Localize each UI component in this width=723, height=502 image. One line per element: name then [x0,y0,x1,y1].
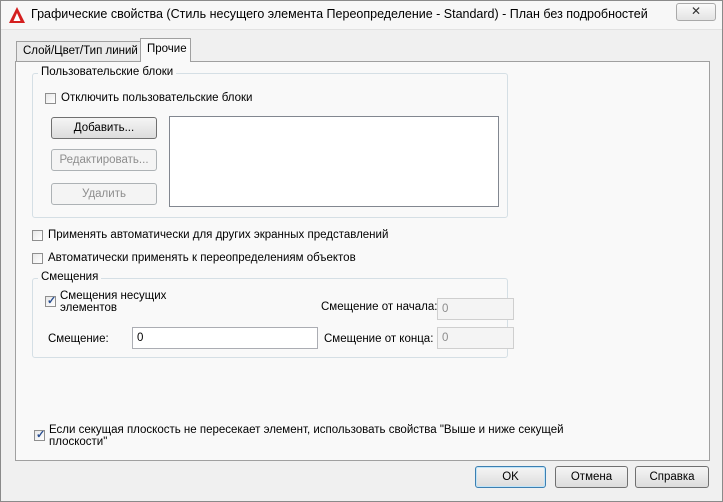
checkbox-label: Применять автоматически для других экран… [48,229,389,241]
check-icon: ✓ [47,295,57,307]
tab-other[interactable]: Прочие [140,38,191,62]
checkbox-box[interactable] [32,253,43,264]
title-bar: Графические свойства (Стиль несущего эле… [1,1,722,30]
tab-label: Прочие [147,43,187,55]
checkbox-box[interactable]: ✓ [34,429,46,441]
checkbox-label-line1: Смещения несущих [60,290,167,302]
checkbox-label: Отключить пользовательские блоки [61,92,253,104]
tab-layer-color-linetype[interactable]: Слой/Цвет/Тип линий [16,41,141,61]
close-button[interactable]: ✕ [676,3,716,21]
checkbox-label-line2: элементов [60,302,118,314]
end-offset-label: Смещение от конца: [324,333,434,345]
checkbox-label-line2: плоскости" [49,436,108,448]
checkbox-label: Автоматически применять к переопределени… [48,252,356,264]
start-offset-label: Смещение от начала: [321,301,438,313]
checkbox-label-line1: Если секущая плоскость не пересекает эле… [49,424,564,436]
delete-button[interactable]: Удалить [51,183,157,205]
group-label: Пользовательские блоки [38,66,177,78]
custom-blocks-group: Пользовательские блоки Отключить пользов… [32,66,508,218]
offset-field[interactable]: 0 [132,327,318,349]
checkbox-box[interactable]: ✓ [45,295,57,307]
offset-label: Смещение: [48,333,109,345]
cancel-button[interactable]: Отмена [555,466,628,488]
edit-button[interactable]: Редактировать... [51,149,157,171]
checkbox-box[interactable] [45,93,56,104]
start-offset-field[interactable]: 0 [437,298,514,320]
offsets-group: Смещения ✓ Смещения несущих элементов См… [32,271,514,358]
check-icon: ✓ [36,429,46,441]
end-offset-field[interactable]: 0 [437,327,514,349]
tab-label: Слой/Цвет/Тип линий [23,45,138,57]
dialog-window: Графические свойства (Стиль несущего эле… [0,0,723,502]
autocad-logo-icon [9,7,25,23]
checkbox-box[interactable] [32,230,43,241]
ok-button[interactable]: OK [475,466,546,488]
window-title: Графические свойства (Стиль несущего эле… [31,7,648,21]
close-icon: ✕ [690,4,702,18]
add-button[interactable]: Добавить... [51,117,157,139]
tab-panel-other: Пользовательские блоки Отключить пользов… [15,61,710,461]
custom-blocks-list[interactable] [169,116,499,207]
group-label: Смещения [38,271,102,283]
help-button[interactable]: Справка [635,466,709,488]
